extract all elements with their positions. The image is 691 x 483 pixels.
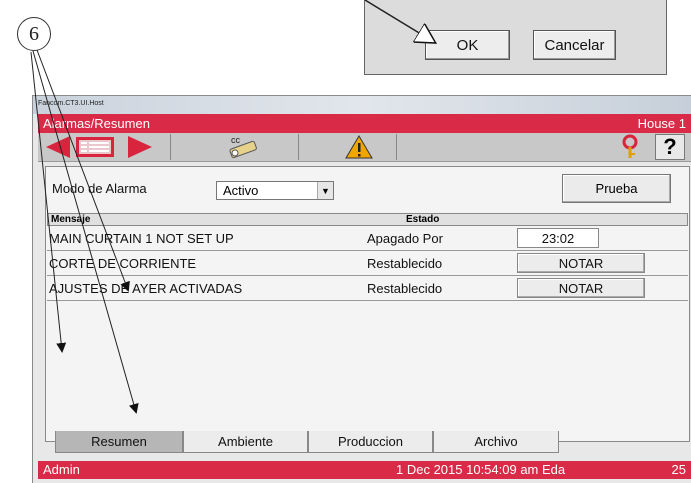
page-title: Alarmas/Resumen (43, 116, 150, 131)
window-title: Fancom.CT3.UI.Host (38, 100, 104, 107)
cc-label: cc (231, 135, 241, 145)
cancel-button[interactable]: Cancelar (533, 30, 616, 60)
previous-button[interactable] (40, 134, 78, 160)
table-row[interactable]: AJUSTES DE AYER ACTIVADAS Restablecido N… (47, 276, 688, 301)
status-bar: Admin 1 Dec 2015 10:54:09 am Eda 25 (38, 461, 691, 479)
alarm-mode-label: Modo de Alarma (52, 181, 147, 196)
header-bar: Alarmas/Resumen House 1 (38, 114, 691, 133)
row-message: MAIN CURTAIN 1 NOT SET UP (49, 231, 234, 246)
window-titlebar: Fancom.CT3.UI.Host (33, 96, 691, 114)
next-button[interactable] (120, 134, 158, 160)
acknowledge-button[interactable]: NOTAR (517, 278, 645, 298)
app-window: Fancom.CT3.UI.Host Alarmas/Resumen House… (33, 96, 691, 483)
cc-tool-button[interactable]: cc (223, 134, 261, 160)
row-status: Apagado Por (367, 231, 443, 246)
alarm-mode-value: Activo (223, 183, 259, 198)
warning-icon (345, 135, 373, 159)
table-row[interactable]: CORTE DE CORRIENTE Restablecido NOTAR (47, 251, 688, 276)
warning-button[interactable] (340, 134, 378, 160)
row-status: Restablecido (367, 256, 443, 271)
help-icon: ? (663, 134, 677, 159)
status-user: Admin (43, 462, 80, 477)
help-button[interactable]: ? (655, 134, 685, 160)
ok-button[interactable]: OK (425, 30, 510, 60)
chevron-down-icon: ▼ (317, 182, 333, 199)
alarm-mode-select[interactable]: Activo ▼ (216, 181, 334, 200)
tab-bar: Resumen Ambiente Produccion Archivo (45, 431, 690, 453)
list-icon (76, 137, 114, 157)
table-row[interactable]: MAIN CURTAIN 1 NOT SET UP Apagado Por 23… (47, 226, 688, 251)
table-header: Mensaje Estado (47, 213, 688, 226)
key-button[interactable] (611, 134, 649, 160)
alarm-panel: Modo de Alarma Activo ▼ Prueba Mensaje E… (45, 166, 690, 442)
arrow-right-icon (128, 136, 152, 158)
row-message: AJUSTES DE AYER ACTIVADAS (49, 281, 243, 296)
tab-ambiente[interactable]: Ambiente (183, 431, 308, 453)
test-button[interactable]: Prueba (562, 174, 671, 203)
row-status: Restablecido (367, 281, 443, 296)
house-label: House 1 (637, 116, 686, 131)
status-number: 25 (671, 462, 686, 477)
cc-tool-icon: cc (229, 135, 257, 159)
tab-produccion[interactable]: Produccion (308, 431, 433, 453)
confirm-dialog: OK Cancelar (364, 0, 667, 75)
status-datetime: 1 Dec 2015 10:54:09 am Eda (396, 462, 566, 477)
callout-number: 6 (17, 17, 51, 51)
tab-archivo[interactable]: Archivo (433, 431, 559, 453)
tab-resumen[interactable]: Resumen (55, 431, 183, 453)
row-message: CORTE DE CORRIENTE (49, 256, 197, 271)
arrow-left-icon (46, 136, 70, 158)
column-header-status: Estado (406, 214, 440, 225)
acknowledge-button[interactable]: NOTAR (517, 253, 645, 273)
list-button[interactable] (74, 134, 116, 160)
key-icon (622, 134, 638, 158)
toolbar: cc ? (38, 133, 691, 162)
row-time-field[interactable]: 23:02 (517, 228, 599, 248)
column-header-message: Mensaje (51, 214, 91, 225)
